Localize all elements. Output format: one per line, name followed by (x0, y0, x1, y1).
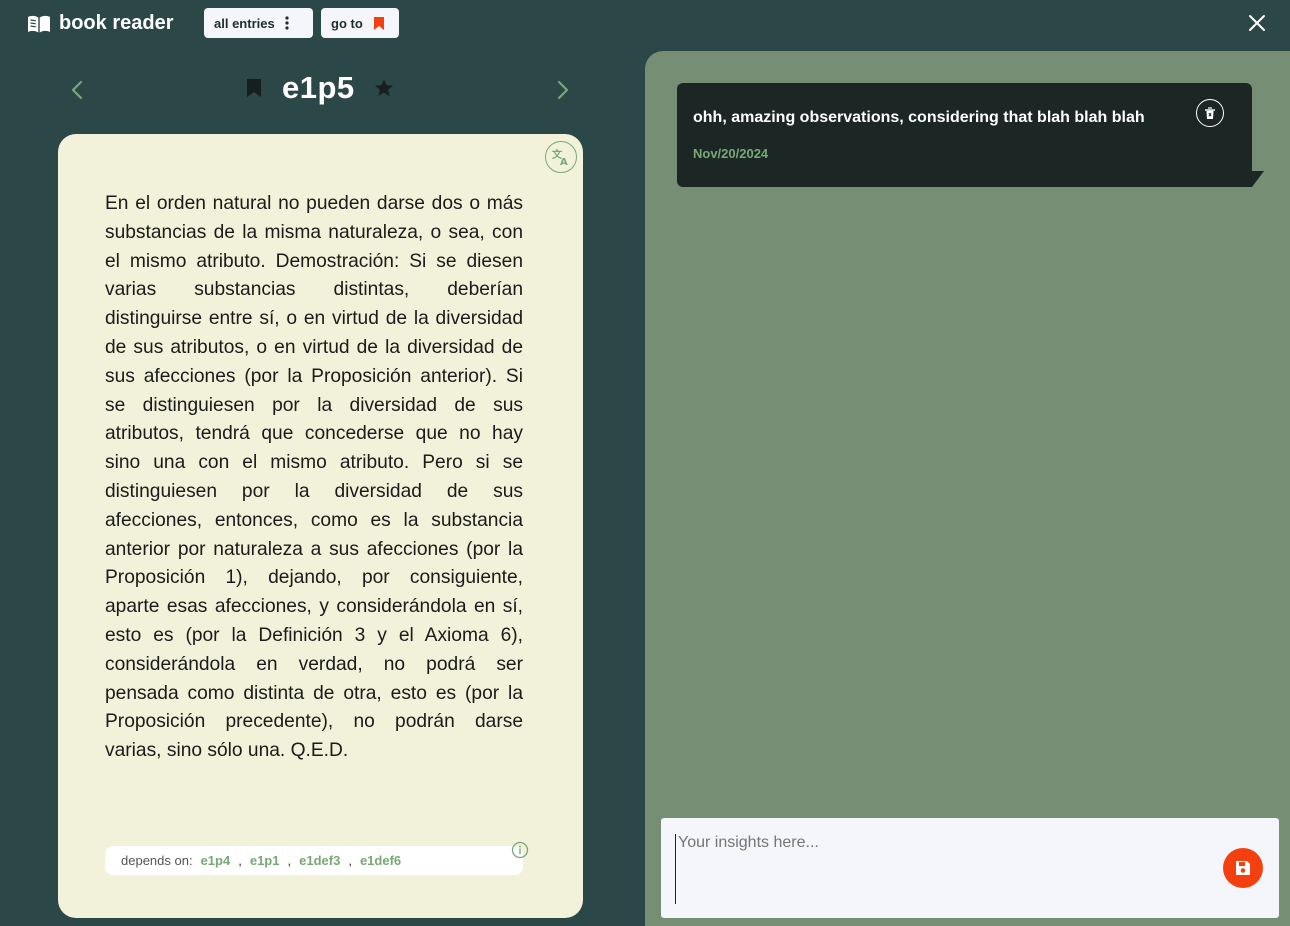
insights-panel: ohh, amazing observations, considering t… (645, 51, 1290, 926)
depends-on-bar: depends on: e1p4 , e1p1 , e1def3 , e1def… (105, 846, 523, 875)
svg-text:A: A (560, 157, 568, 167)
bookmark-icon[interactable] (244, 76, 264, 100)
save-button[interactable] (1223, 848, 1263, 888)
go-to-label: go to (331, 15, 363, 31)
insight-input[interactable] (675, 834, 1205, 904)
dependency-link[interactable]: e1p1 (250, 853, 280, 868)
translate-icon: 文 A (552, 148, 568, 167)
chevron-left-icon[interactable] (66, 78, 90, 102)
dependency-link[interactable]: e1def3 (299, 853, 340, 868)
chevron-right-icon[interactable] (550, 78, 574, 102)
insight-composer (661, 818, 1279, 918)
entry-text: En el orden natural no pueden darse dos … (105, 193, 523, 762)
entry-header: e1p5 (244, 70, 395, 106)
depends-label: depends on: (121, 853, 193, 868)
close-icon[interactable] (1246, 12, 1268, 34)
dependency-link[interactable]: e1def6 (360, 853, 401, 868)
app-brand: book reader (27, 12, 173, 35)
all-entries-button[interactable]: all entries (204, 8, 313, 38)
note-text: ohh, amazing observations, considering t… (693, 109, 1145, 126)
dependency-separator: , (238, 853, 242, 868)
dependency-link[interactable]: e1p4 (201, 853, 231, 868)
save-icon (1236, 861, 1250, 875)
dependency-separator: , (287, 853, 292, 868)
note-tail (1252, 171, 1264, 187)
open-book-icon (28, 15, 50, 32)
dependency-separator: , (348, 853, 352, 868)
entry-title: e1p5 (282, 70, 355, 105)
bookmark-icon (373, 16, 384, 30)
app-title: book reader (59, 12, 174, 34)
note-card: ohh, amazing observations, considering t… (677, 83, 1252, 187)
entry-card: 文 A En el orden natural no pueden darse … (58, 134, 583, 918)
vertical-dots-icon (285, 16, 289, 30)
note-date: Nov/20/2024 (693, 146, 769, 161)
info-icon[interactable] (511, 841, 529, 859)
delete-note-button[interactable] (1196, 99, 1224, 127)
go-to-button[interactable]: go to (321, 8, 399, 38)
all-entries-label: all entries (214, 15, 275, 31)
translate-button[interactable]: 文 A (545, 141, 577, 173)
trash-icon (1205, 106, 1215, 119)
star-icon[interactable] (373, 77, 395, 99)
